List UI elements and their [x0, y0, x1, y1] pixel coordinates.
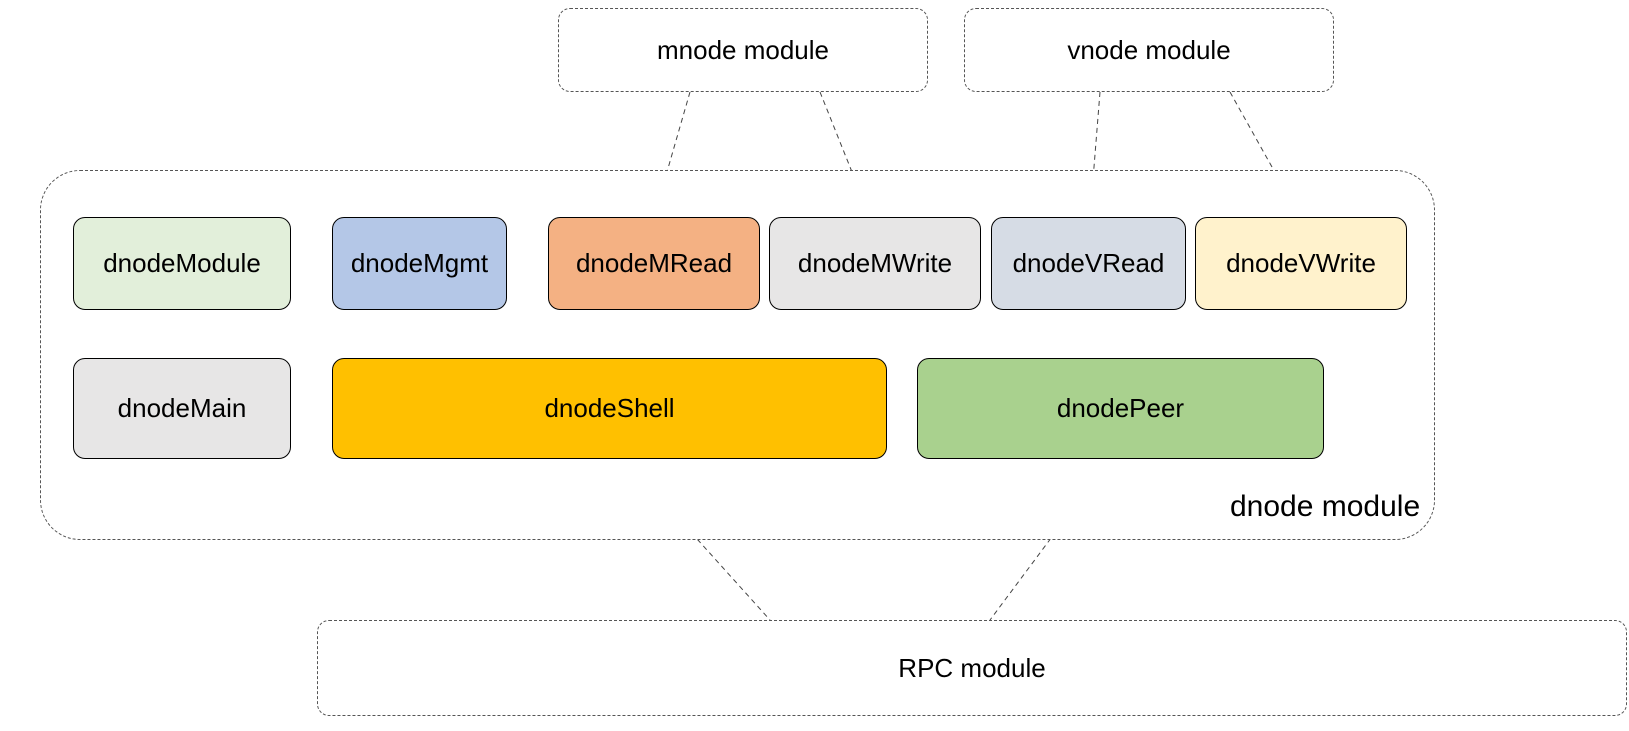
dnodeShell-label: dnodeShell	[544, 393, 674, 424]
vnode-module-box: vnode module	[964, 8, 1334, 92]
dnodeVWrite-box: dnodeVWrite	[1195, 217, 1407, 310]
dnodeVRead-label: dnodeVRead	[1013, 248, 1165, 279]
dnode-module-label: dnode module	[1230, 490, 1420, 524]
dnodeModule-label: dnodeModule	[103, 248, 261, 279]
dnodeVRead-box: dnodeVRead	[991, 217, 1186, 310]
dnodeMgmt-box: dnodeMgmt	[332, 217, 507, 310]
rpc-module-box: RPC module	[317, 620, 1627, 716]
dnodeMRead-box: dnodeMRead	[548, 217, 760, 310]
dnodePeer-box: dnodePeer	[917, 358, 1324, 459]
dnodeShell-box: dnodeShell	[332, 358, 887, 459]
dnodeModule-box: dnodeModule	[73, 217, 291, 310]
dnodeMain-box: dnodeMain	[73, 358, 291, 459]
dnodeVWrite-label: dnodeVWrite	[1226, 248, 1376, 279]
dnodeMRead-label: dnodeMRead	[576, 248, 732, 279]
dnodeMWrite-label: dnodeMWrite	[798, 248, 952, 279]
mnode-module-box: mnode module	[558, 8, 928, 92]
dnodeMain-label: dnodeMain	[118, 393, 247, 424]
vnode-module-label: vnode module	[1067, 35, 1230, 66]
dnodeMgmt-label: dnodeMgmt	[351, 248, 488, 279]
mnode-module-label: mnode module	[657, 35, 829, 66]
dnodeMWrite-box: dnodeMWrite	[769, 217, 981, 310]
rpc-module-label: RPC module	[898, 653, 1045, 684]
dnodePeer-label: dnodePeer	[1057, 393, 1184, 424]
